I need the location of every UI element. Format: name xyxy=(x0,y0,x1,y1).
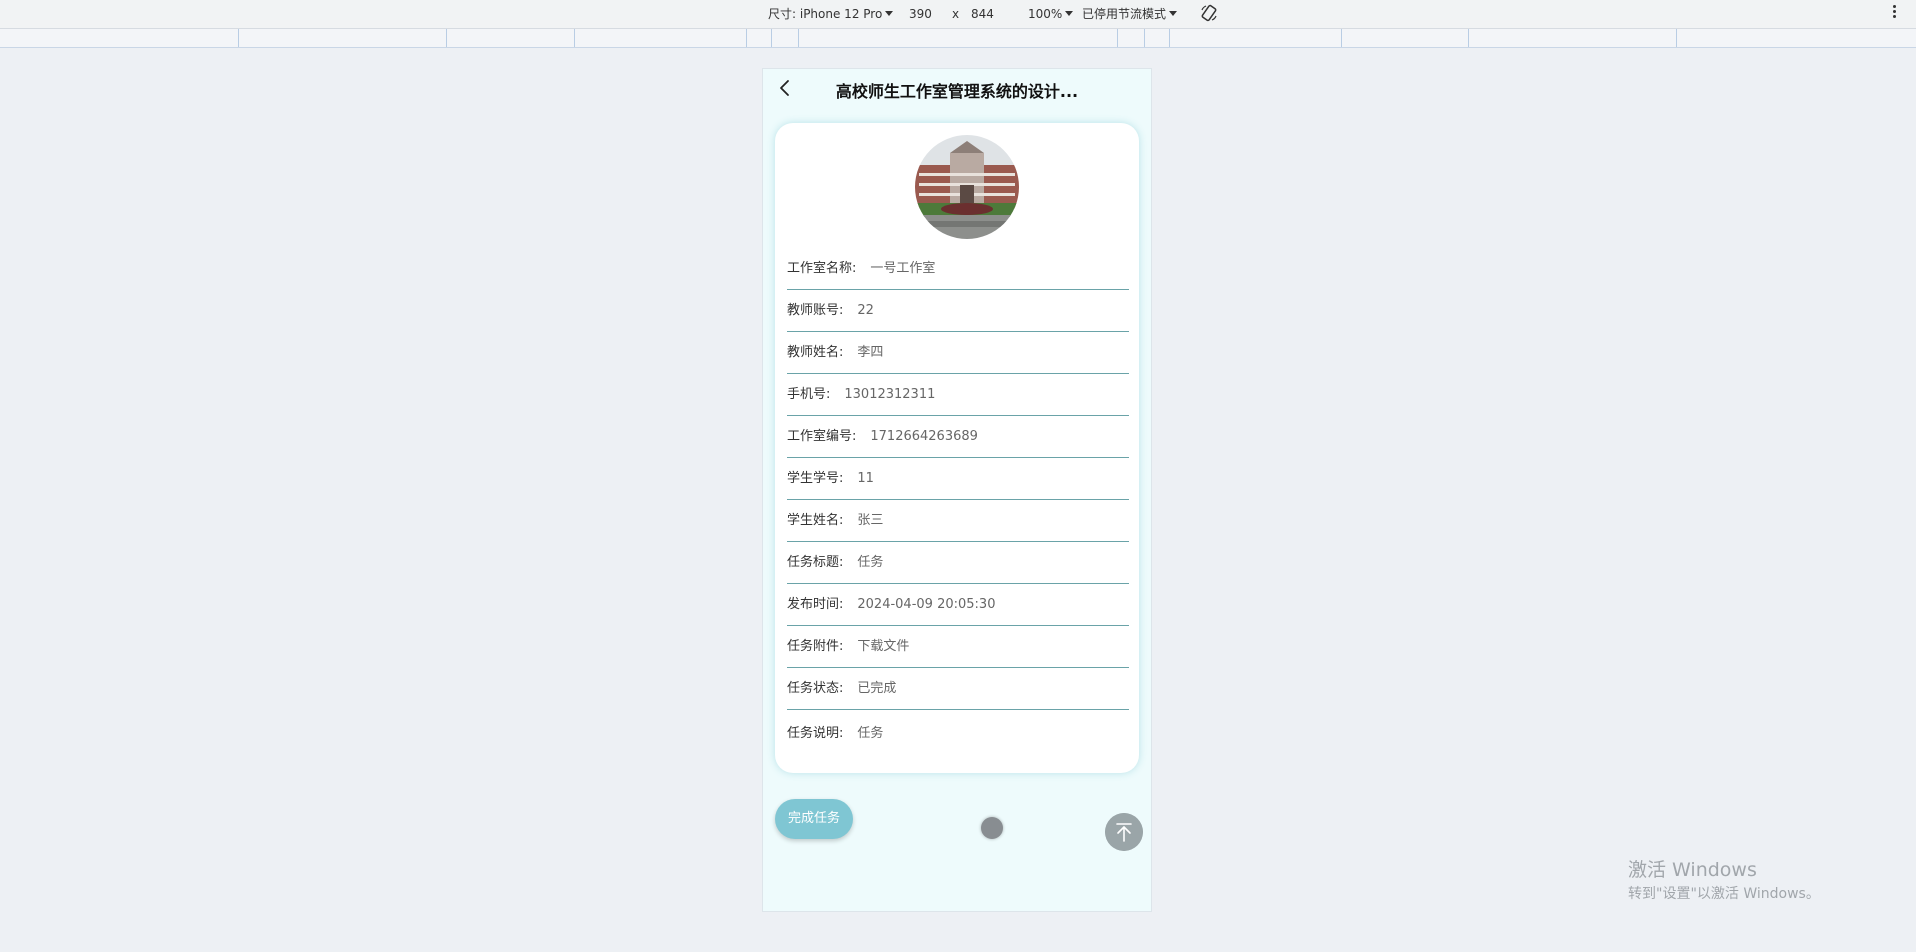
throttle-label: 已停用节流模式 xyxy=(1082,7,1167,21)
row-label: 任务说明: xyxy=(787,726,844,741)
ruler-mark xyxy=(771,29,772,47)
phone-viewport: 高校师生工作室管理系统的设计... 工作室名称: 一号工作室 教师账号: 22 教师… xyxy=(762,68,1152,912)
row-label: 手机号: xyxy=(787,387,831,402)
ruler-mark xyxy=(238,29,239,47)
detail-row-task-attachment: 任务附件: 下载文件 xyxy=(787,626,1129,668)
chevron-down-icon xyxy=(1169,11,1178,16)
page-title: 高校师生工作室管理系统的设计... xyxy=(835,82,1079,101)
chevron-left-icon[interactable] xyxy=(775,78,795,98)
row-label: 工作室名称: xyxy=(787,261,857,276)
detail-row-studio-name: 工作室名称: 一号工作室 xyxy=(787,248,1129,290)
watermark-title: 激活 Windows xyxy=(1628,859,1757,881)
times-separator: x xyxy=(952,7,960,21)
row-label: 教师账号: xyxy=(787,303,844,318)
ruler-mark xyxy=(574,29,575,47)
row-label: 任务附件: xyxy=(787,639,844,654)
row-value: 张三 xyxy=(857,513,884,528)
ruler-mark xyxy=(446,29,447,47)
detail-row-task-description: 任务说明: 任务 xyxy=(787,713,1129,755)
ruler-mark xyxy=(746,29,747,47)
row-value: 一号工作室 xyxy=(870,261,936,276)
throttle-select[interactable]: 已停用节流模式 xyxy=(1082,7,1178,21)
row-value: 李四 xyxy=(857,345,884,360)
row-label: 发布时间: xyxy=(787,597,844,612)
detail-row-publish-time: 发布时间: 2024-04-09 20:05:30 xyxy=(787,584,1129,626)
ruler-mark xyxy=(1341,29,1342,47)
rotate-icon[interactable] xyxy=(1200,4,1218,22)
detail-card: 工作室名称: 一号工作室 教师账号: 22 教师姓名: 李四 手机号: 13012312… xyxy=(775,123,1139,773)
detail-row-task-status: 任务状态: 已完成 xyxy=(787,668,1129,710)
ruler-mark xyxy=(1144,29,1145,47)
detail-row-teacher-name: 教师姓名: 李四 xyxy=(787,332,1129,374)
windows-activation-watermark: 激活 Windows 转到"设置"以激活 Windows。 xyxy=(1628,858,1820,904)
watermark-subtitle: 转到"设置"以激活 Windows。 xyxy=(1628,886,1820,902)
chevron-down-icon xyxy=(885,11,894,16)
arrow-up-to-top-icon[interactable] xyxy=(1105,813,1143,851)
download-file-link[interactable]: 下载文件 xyxy=(857,639,909,654)
studio-photo xyxy=(915,135,1019,239)
more-options-icon[interactable] xyxy=(1893,5,1897,21)
row-value: 22 xyxy=(857,303,874,318)
chevron-down-icon xyxy=(1065,11,1074,16)
detail-row-studio-number: 工作室编号: 1712664263689 xyxy=(787,416,1129,458)
device-label: 尺寸: iPhone 12 Pro xyxy=(768,7,883,21)
zoom-label: 100% xyxy=(1028,7,1063,21)
row-value: 2024-04-09 20:05:30 xyxy=(857,597,996,612)
row-label: 教师姓名: xyxy=(787,345,844,360)
devtools-toolbar: 尺寸: iPhone 12 Pro 390 x 844 100% 已停用节流模式 xyxy=(0,0,1916,29)
row-label: 任务状态: xyxy=(787,681,844,696)
ruler-mark xyxy=(1468,29,1469,47)
detail-row-phone: 手机号: 13012312311 xyxy=(787,374,1129,416)
row-value: 13012312311 xyxy=(844,387,936,402)
media-query-ruler[interactable] xyxy=(0,29,1916,48)
detail-row-teacher-account: 教师账号: 22 xyxy=(787,290,1129,332)
complete-task-button[interactable]: 完成任务 xyxy=(775,799,853,839)
row-label: 学生学号: xyxy=(787,471,844,486)
device-dimensions-select[interactable]: 尺寸: iPhone 12 Pro xyxy=(768,7,894,21)
row-label: 学生姓名: xyxy=(787,513,844,528)
ruler-mark xyxy=(798,29,799,47)
row-value: 已完成 xyxy=(857,681,897,696)
width-input[interactable]: 390 xyxy=(909,7,932,21)
ruler-mark xyxy=(1169,29,1170,47)
row-value: 11 xyxy=(857,471,874,486)
row-value: 1712664263689 xyxy=(870,429,978,444)
zoom-select[interactable]: 100% xyxy=(1028,7,1074,21)
ruler-mark xyxy=(1117,29,1118,47)
nav-bar: 高校师生工作室管理系统的设计... xyxy=(763,69,1151,113)
detail-row-student-id: 学生学号: 11 xyxy=(787,458,1129,500)
row-label: 任务标题: xyxy=(787,555,844,570)
ruler-mark xyxy=(1676,29,1677,47)
detail-row-student-name: 学生姓名: 张三 xyxy=(787,500,1129,542)
row-label: 工作室编号: xyxy=(787,429,857,444)
floating-dot-button[interactable] xyxy=(981,817,1003,839)
row-value: 任务 xyxy=(857,726,884,741)
detail-row-task-title: 任务标题: 任务 xyxy=(787,542,1129,584)
row-value: 任务 xyxy=(857,555,884,570)
height-input[interactable]: 844 xyxy=(971,7,994,21)
